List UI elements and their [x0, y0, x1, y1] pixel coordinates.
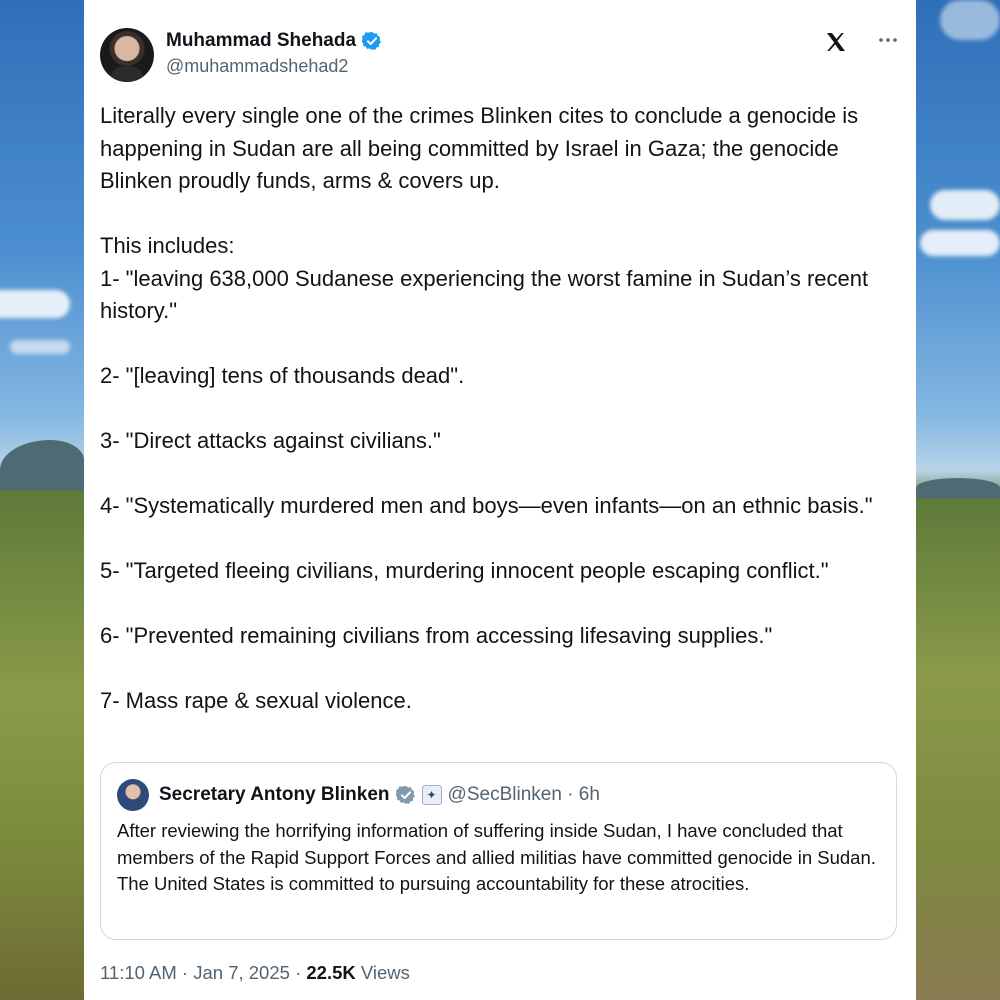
x-logo-icon[interactable]	[824, 30, 848, 61]
tweet-paragraph: 6- "Prevented remaining civilians from a…	[100, 623, 773, 648]
quoted-author-name[interactable]: Secretary Antony Blinken	[159, 784, 390, 806]
tweet-paragraph: 4- "Systematically murdered men and boys…	[100, 493, 873, 518]
more-icon[interactable]	[876, 28, 900, 58]
author-avatar[interactable]	[100, 28, 154, 82]
quoted-handle-time: @SecBlinken · 6h	[447, 784, 600, 805]
author-info: Muhammad Shehada @muhammadshehad2	[166, 30, 382, 77]
views-label: Views	[355, 962, 410, 983]
government-badge-icon	[394, 785, 416, 805]
tweet-text: Literally every single one of the crimes…	[100, 100, 910, 718]
tweet-paragraph: 7- Mass rape & sexual violence.	[100, 688, 412, 713]
tweet-paragraph: This includes:	[100, 233, 235, 258]
state-department-seal-icon: ✦	[421, 785, 442, 805]
tweet-paragraph: 2- "[leaving] tens of thousands dead".	[100, 363, 465, 388]
tweet-paragraph: 5- "Targeted fleeing civilians, murderin…	[100, 558, 829, 583]
quoted-author-avatar[interactable]	[117, 779, 149, 811]
quoted-tweet-text: After reviewing the horrifying informati…	[117, 820, 876, 894]
tweet-header: Muhammad Shehada @muhammadshehad2	[100, 28, 900, 84]
author-display-name[interactable]: Muhammad Shehada	[166, 30, 356, 52]
verified-badge-icon	[361, 31, 382, 51]
tweet-timestamp[interactable]: 11:10 AM · Jan 7, 2025 ·	[100, 962, 306, 983]
tweet-paragraph: 3- "Direct attacks against civilians."	[100, 428, 441, 453]
quoted-tweet-header: Secretary Antony Blinken ✦ @SecBlinken ·…	[117, 779, 600, 811]
views-count: 22.5K	[306, 962, 356, 983]
tweet-meta: 11:10 AM · Jan 7, 2025 · 22.5K Views	[100, 962, 410, 984]
quoted-tweet[interactable]: Secretary Antony Blinken ✦ @SecBlinken ·…	[100, 762, 897, 940]
author-handle[interactable]: @muhammadshehad2	[166, 56, 382, 77]
tweet-paragraph: 1- "leaving 638,000 Sudanese experiencin…	[100, 265, 869, 324]
tweet-card: Muhammad Shehada @muhammadshehad2 Litera…	[84, 0, 916, 1000]
tweet-paragraph: Literally every single one of the crimes…	[100, 103, 859, 193]
